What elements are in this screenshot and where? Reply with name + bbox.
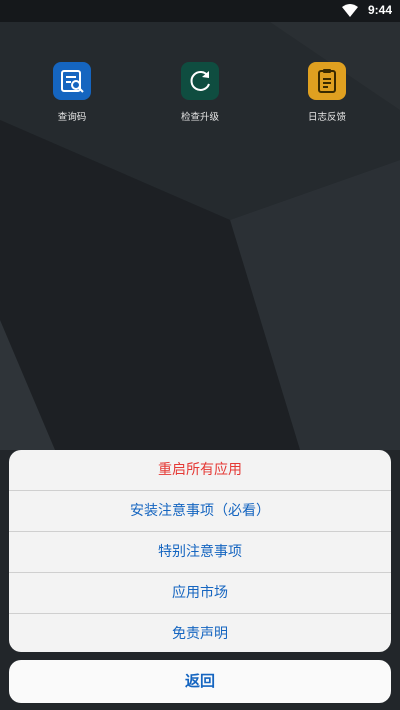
wifi-icon xyxy=(342,4,358,17)
app-shortcuts: 查询码 检查升级 日志反馈 xyxy=(0,62,400,132)
special-notes-button[interactable]: 特别注意事项 xyxy=(9,532,391,573)
app-label: 检查升级 xyxy=(180,112,219,123)
app-label: 日志反馈 xyxy=(307,112,346,123)
install-notes-button[interactable]: 安装注意事项（必看） xyxy=(9,491,391,532)
search-document-icon xyxy=(53,62,91,100)
status-time: 9:44 xyxy=(367,3,392,17)
disclaimer-button[interactable]: 免责声明 xyxy=(9,614,391,652)
app-log-feedback[interactable]: 日志反馈 xyxy=(272,62,382,123)
back-button[interactable]: 返回 xyxy=(9,660,391,703)
app-label: 查询码 xyxy=(57,112,87,123)
refresh-icon xyxy=(181,62,219,100)
status-bar: 9:44 xyxy=(0,0,400,22)
app-market-button[interactable]: 应用市场 xyxy=(9,573,391,614)
restart-all-apps-button[interactable]: 重启所有应用 xyxy=(9,450,391,491)
clipboard-icon xyxy=(308,62,346,100)
app-query-code[interactable]: 查询码 xyxy=(17,62,127,123)
action-sheet: 重启所有应用 安装注意事项（必看） 特别注意事项 应用市场 免责声明 xyxy=(9,450,391,652)
app-check-update[interactable]: 检查升级 xyxy=(145,62,255,123)
